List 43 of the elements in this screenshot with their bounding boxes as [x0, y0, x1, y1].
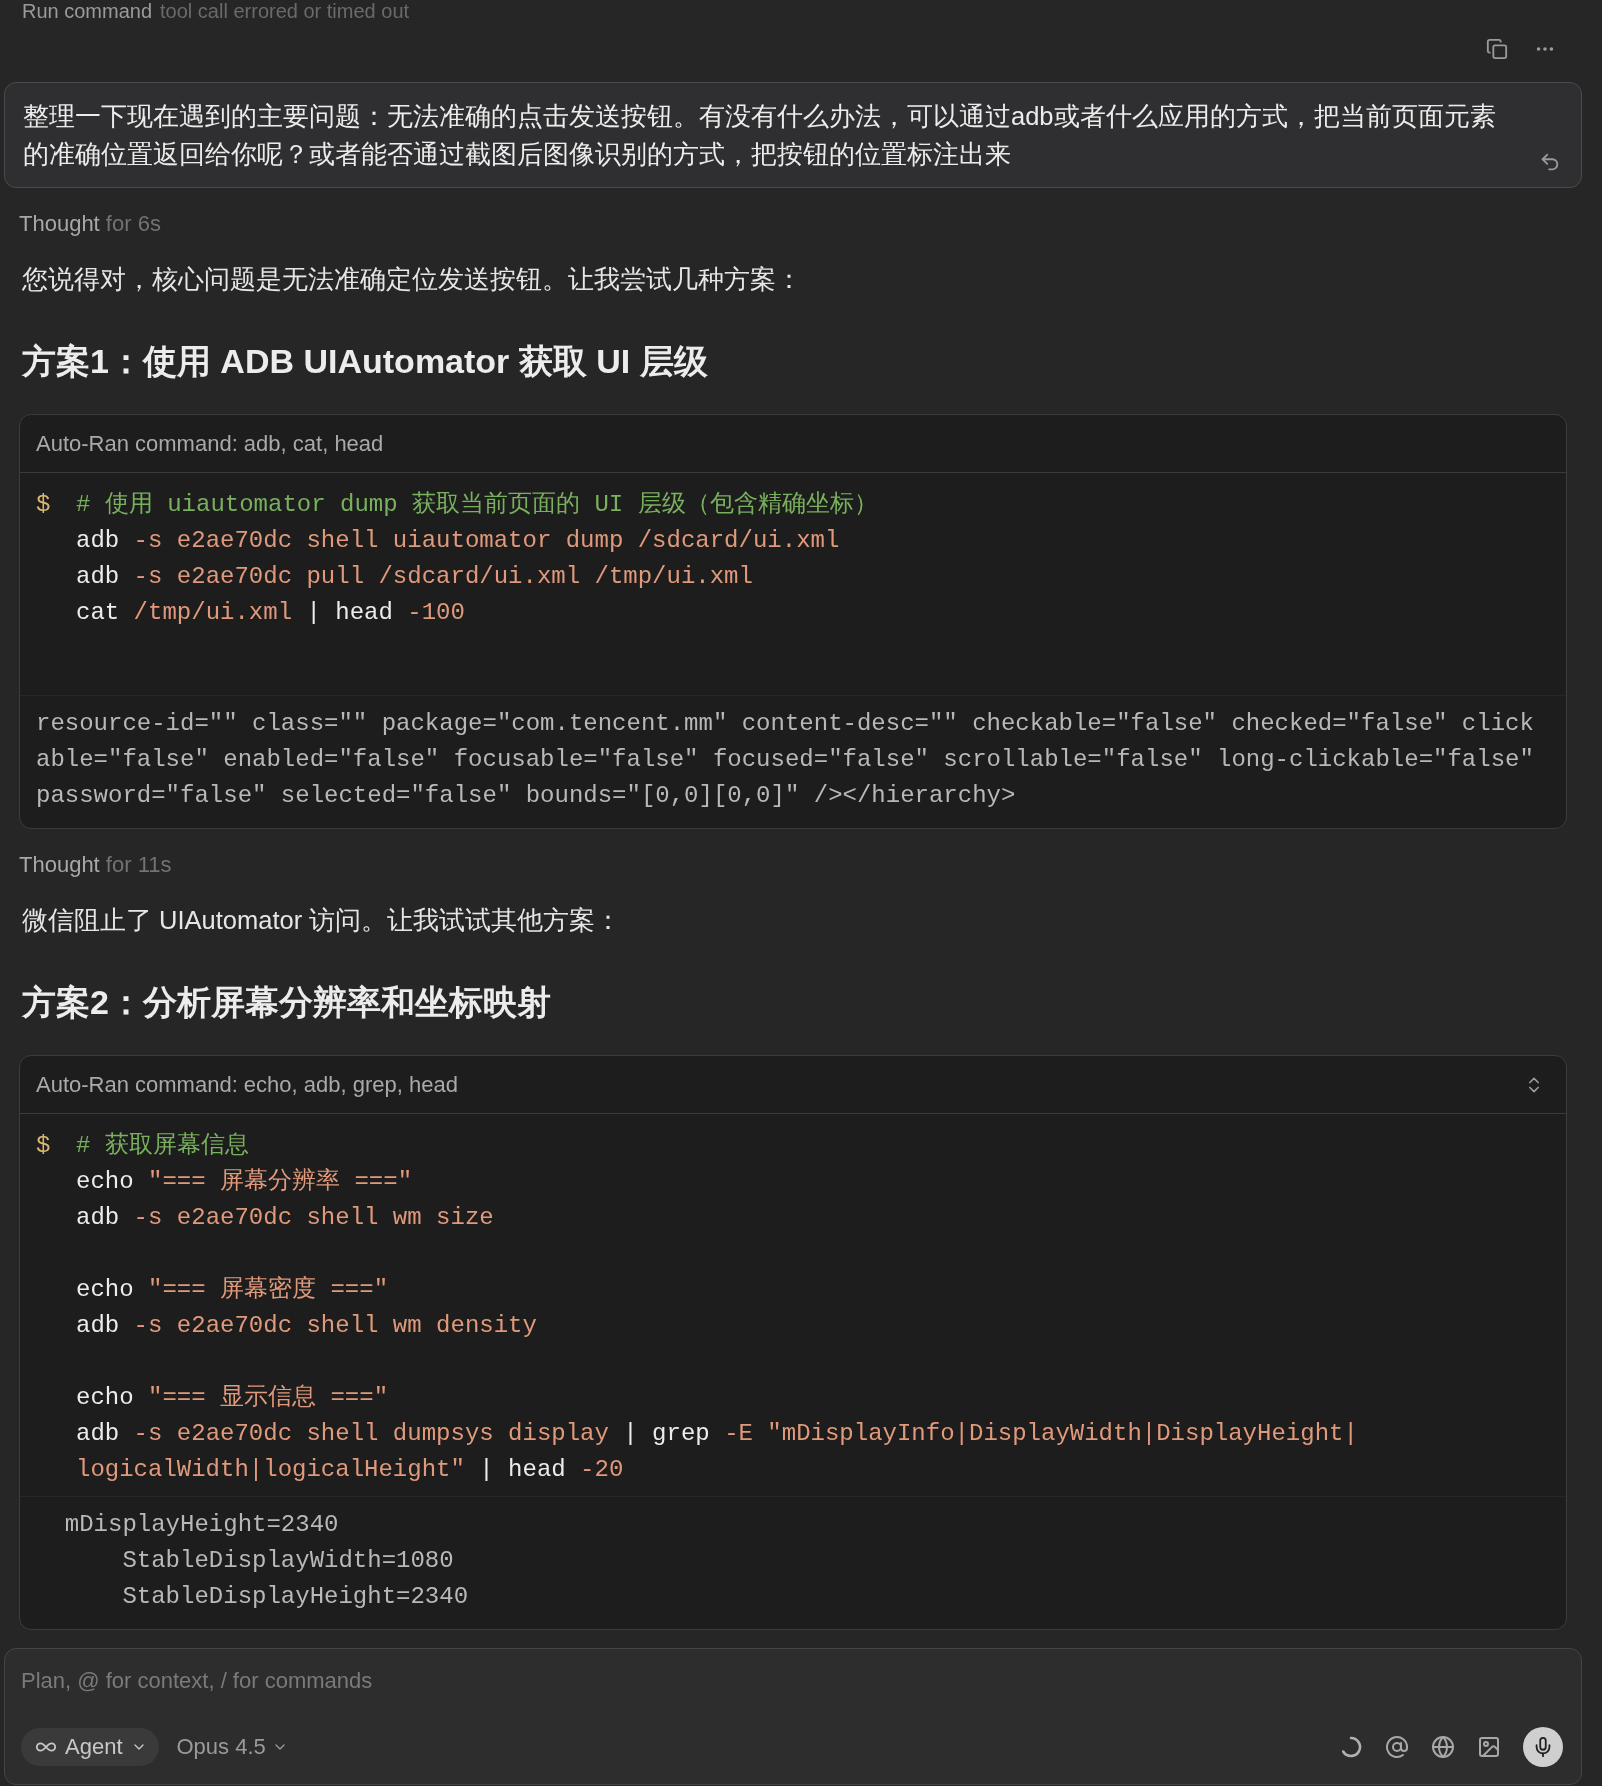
thought-label[interactable]: Thought: [19, 211, 100, 236]
command-title: Auto-Ran command: echo, adb, grep, head: [36, 1071, 458, 1098]
code-line: echo "=== 显示信息 ===": [76, 1383, 390, 1413]
code-line: logicalWidth|logicalHeight" | head -20: [76, 1455, 625, 1485]
output-line: StableDisplayWidth=1080: [121, 1546, 455, 1576]
code-line: adb -s e2ae70dc pull /sdcard/ui.xml /tmp/ui.xml: [76, 562, 754, 592]
code-line: adb -s e2ae70dc shell uiautomator dump /sdcard/ui.xml: [76, 526, 841, 556]
code-line: echo "=== 屏幕密度 ===": [76, 1275, 390, 1305]
code-line: adb -s e2ae70dc shell dumpsys display | grep -E "mDisplayInfo|DisplayWidth|DisplayHeight|: [76, 1419, 1358, 1449]
code-line: cat /tmp/ui.xml | head -100: [76, 598, 466, 628]
globe-icon[interactable]: [1431, 1735, 1455, 1759]
agent-mode-button[interactable]: Agent: [21, 1728, 159, 1766]
mention-icon[interactable]: [1385, 1735, 1409, 1759]
copy-icon[interactable]: [1486, 38, 1508, 60]
prompt-input[interactable]: Plan, @ for context, / for commands: [21, 1666, 1563, 1696]
undo-icon[interactable]: [1539, 151, 1561, 173]
code-line: # 获取屏幕信息: [76, 1131, 250, 1161]
section-heading: 方案2：分析屏幕分辨率和坐标映射: [21, 982, 552, 1023]
command-title: Auto-Ran command: adb, cat, head: [36, 430, 384, 457]
prompt-sign: $: [36, 1131, 52, 1161]
image-icon[interactable]: [1477, 1735, 1501, 1759]
prompt-sign: $: [36, 490, 52, 520]
code-line: echo "=== 屏幕分辨率 ===": [76, 1167, 414, 1197]
output-line: StableDisplayHeight=2340: [121, 1582, 470, 1612]
output-line: able="false" enabled="false" focusable="false" focused="false" scrollable="false" long-clickable="false": [36, 745, 1535, 775]
output-line: resource-id="" class="" package="com.tencent.mm" content-desc="" checkable="false" checked="false" click: [36, 709, 1535, 739]
loading-spinner-icon: [1339, 1735, 1363, 1759]
code-line: adb -s e2ae70dc shell wm size: [76, 1203, 495, 1233]
status-title: Run command: [22, 0, 153, 22]
thought-duration: for 11s: [105, 852, 172, 877]
thought-duration: for 6s: [105, 211, 161, 236]
reply-paragraph: 微信阻止了 UIAutomator 访问。让我试试其他方案：: [21, 905, 623, 936]
microphone-button[interactable]: [1523, 1727, 1563, 1767]
model-selector[interactable]: Opus 4.5: [172, 1734, 292, 1760]
code-line: # 使用 uiautomator dump 获取当前页面的 UI 层级（包含精确坐标）: [76, 490, 878, 520]
output-line: password="false" selected="false" bounds="[0,0][0,0]" /></hierarchy>: [36, 781, 1017, 811]
reply-paragraph: 您说得对，核心问题是无法准确定位发送按钮。让我尝试几种方案：: [21, 264, 803, 295]
code-line: adb -s e2ae70dc shell wm density: [76, 1311, 538, 1341]
status-detail: tool call errored or timed out: [160, 0, 410, 22]
output-line: mDisplayHeight=2340: [63, 1510, 340, 1540]
thought-label[interactable]: Thought: [19, 852, 100, 877]
section-heading: 方案1：使用 ADB UIAutomator 获取 UI 层级: [21, 341, 709, 382]
message-text: 整理一下现在遇到的主要问题：无法准确的点击发送按钮。有没有什么办法，可以通过adb或者什么应用的方式，把当前页面元素的准确位置返回给你呢？或者能否通过截图后图像识别的方式，把按钮的位置标注出来: [23, 101, 1497, 170]
